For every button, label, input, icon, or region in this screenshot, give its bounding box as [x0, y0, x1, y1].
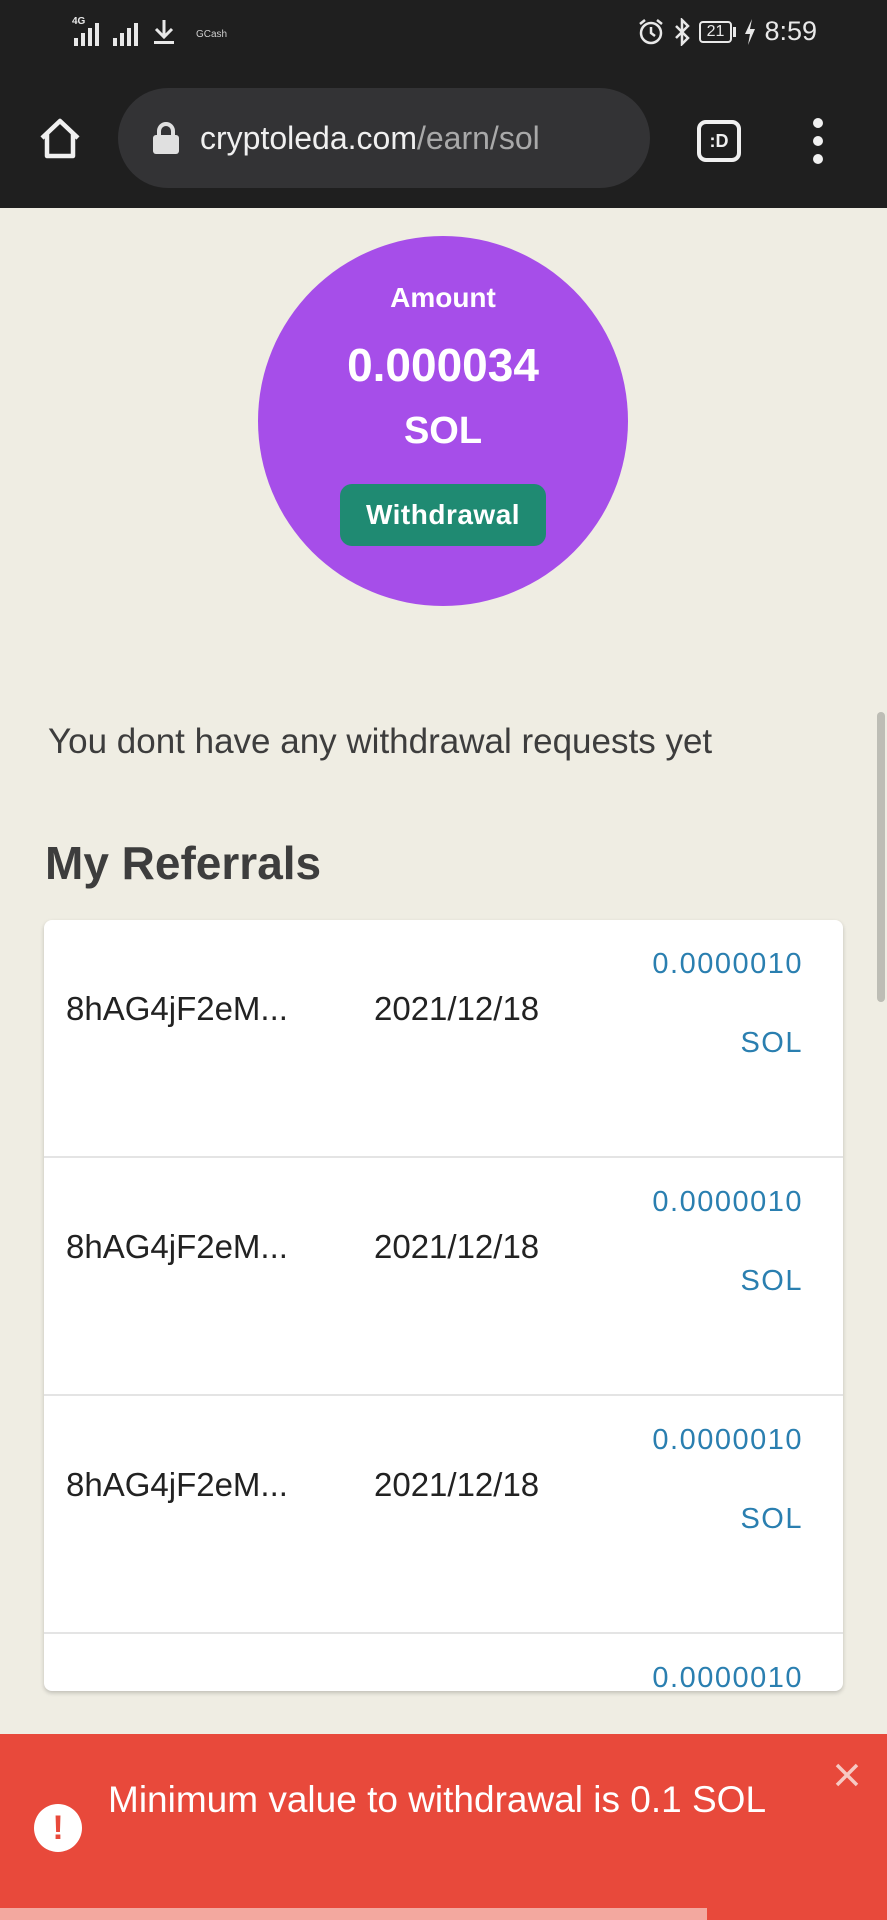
download-icon — [154, 20, 174, 44]
no-withdrawals-message: You dont have any withdrawal requests ye… — [48, 722, 713, 761]
url-path: /earn/sol — [416, 119, 540, 156]
referral-amount: 0.0000010 — [652, 1424, 803, 1456]
tab-switcher-button[interactable]: :D — [697, 120, 741, 162]
referrals-list: 8hAG4jF2eM... 2021/12/18 0.0000010 SOL 8… — [44, 920, 843, 1691]
charging-icon — [745, 18, 756, 45]
referral-row: 0.0000010 — [44, 1634, 843, 1691]
battery-icon: 21 — [698, 20, 737, 44]
referral-unit: SOL — [740, 1503, 803, 1535]
referral-address: 8hAG4jF2eM... — [66, 990, 288, 1027]
battery-level: 21 — [698, 20, 733, 43]
referral-address: 8hAG4jF2eM... — [66, 1228, 288, 1265]
alarm-icon — [638, 18, 663, 44]
referrals-heading: My Referrals — [45, 837, 322, 889]
referral-date: 2021/12/18 — [374, 990, 540, 1027]
referral-unit: SOL — [740, 1265, 803, 1297]
clock: 8:59 — [764, 16, 817, 46]
toast-progress-bar — [0, 1908, 707, 1920]
bluetooth-icon — [674, 17, 690, 46]
referral-address: 8hAG4jF2eM... — [66, 1466, 288, 1503]
amount-label: Amount — [390, 282, 496, 313]
status-bar: 4G GCash 21 8:59 — [0, 0, 887, 70]
referral-date: 2021/12/18 — [374, 1228, 540, 1265]
gcash-notification: GCash — [196, 29, 228, 40]
network-tag: 4G — [72, 16, 86, 27]
signal-icon — [113, 20, 138, 46]
error-toast: ! Minimum value to withdrawal is 0.1 SOL — [0, 1734, 887, 1920]
lock-icon — [153, 122, 179, 154]
page-scrollbar[interactable] — [877, 712, 885, 1002]
toast-message: Minimum value to withdrawal is 0.1 SOL — [108, 1779, 767, 1820]
url-domain: cryptoleda.com — [200, 119, 417, 156]
referral-row: 8hAG4jF2eM... 2021/12/18 0.0000010 SOL — [44, 920, 843, 1158]
balance-circle: Amount 0.000034 SOL Withdrawal — [258, 236, 628, 606]
referral-amount: 0.0000010 — [652, 1186, 803, 1218]
address-bar[interactable]: cryptoleda.com/earn/sol — [118, 88, 650, 188]
amount-value: 0.000034 — [347, 339, 539, 391]
more-menu-icon[interactable] — [808, 118, 828, 164]
amount-unit: SOL — [403, 410, 483, 452]
referral-amount: 0.0000010 — [652, 948, 803, 980]
browser-toolbar: cryptoleda.com/earn/sol :D — [0, 70, 887, 208]
error-icon: ! — [34, 1804, 82, 1852]
referral-row: 8hAG4jF2eM... 2021/12/18 0.0000010 SOL — [44, 1396, 843, 1634]
withdrawal-button[interactable]: Withdrawal — [340, 484, 546, 546]
close-icon[interactable] — [832, 1760, 862, 1790]
signal-4g-icon: 4G — [72, 16, 99, 46]
home-icon[interactable] — [36, 114, 84, 162]
referral-date: 2021/12/18 — [374, 1466, 540, 1503]
url-text: cryptoleda.com/earn/sol — [200, 120, 540, 157]
referral-row: 8hAG4jF2eM... 2021/12/18 0.0000010 SOL — [44, 1158, 843, 1396]
referral-unit: SOL — [740, 1027, 803, 1059]
referral-amount: 0.0000010 — [652, 1662, 803, 1691]
